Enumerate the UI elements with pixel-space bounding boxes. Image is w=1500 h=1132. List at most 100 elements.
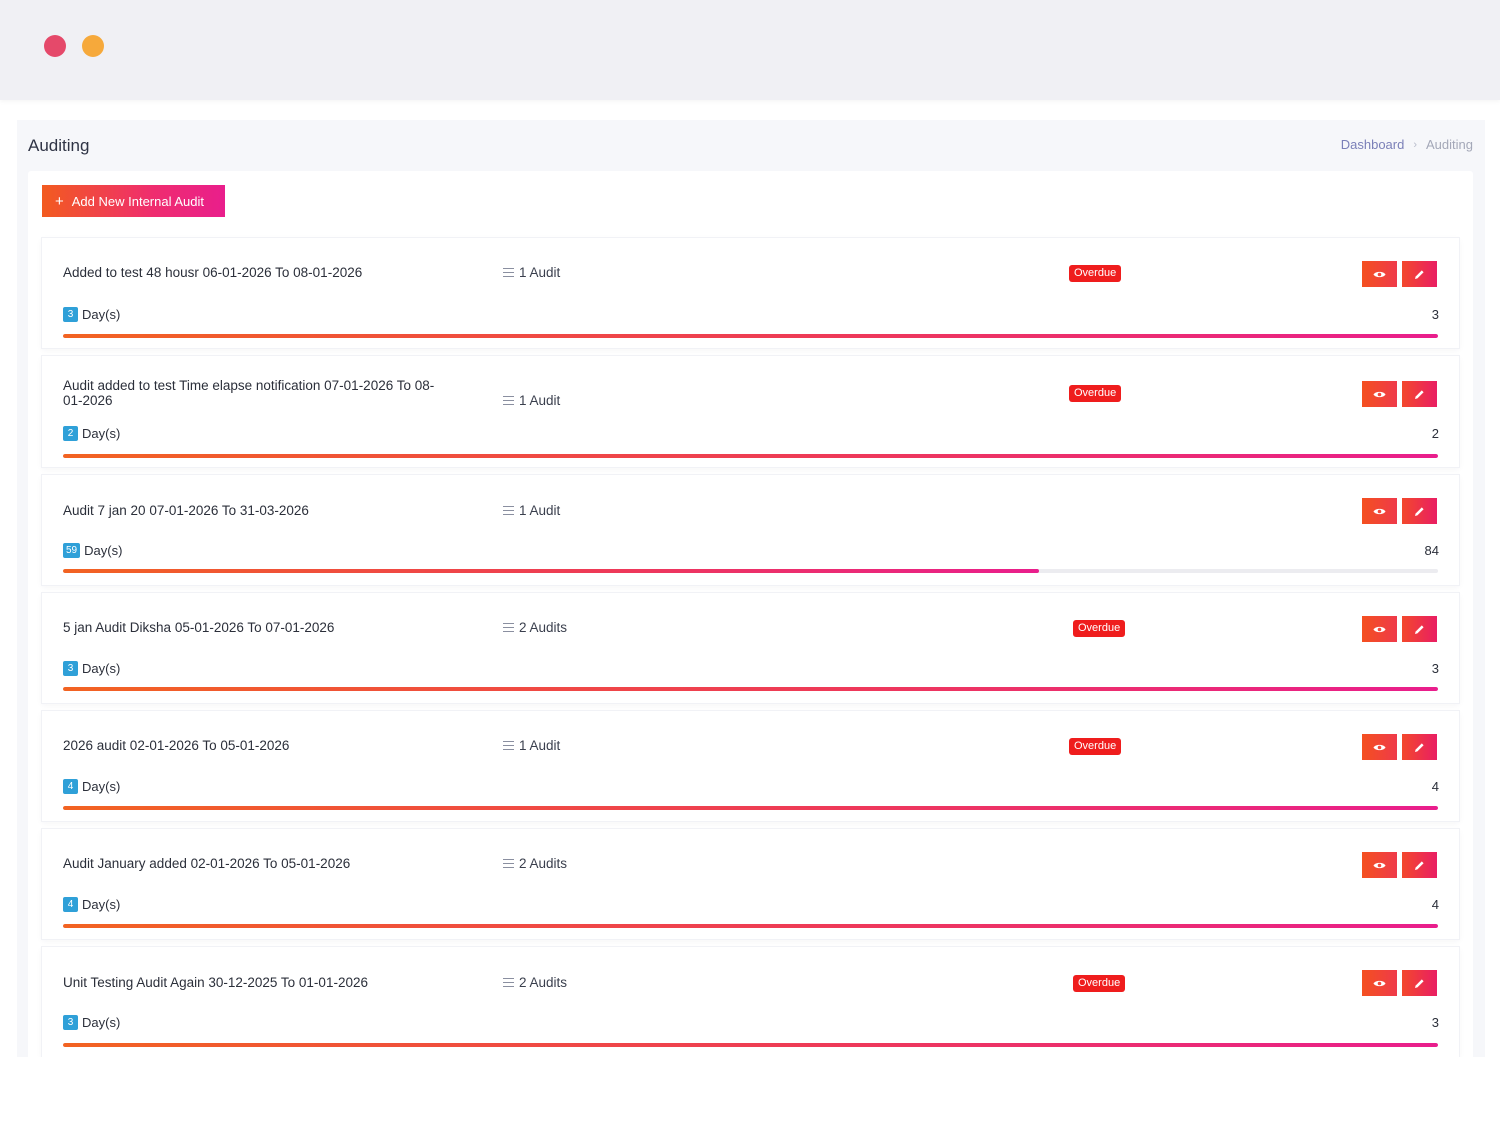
list-icon xyxy=(503,741,514,750)
progress-track xyxy=(63,687,1438,691)
eye-icon xyxy=(1373,744,1386,750)
days-label: Day(s) xyxy=(82,897,121,912)
eye-icon xyxy=(1373,271,1386,277)
days-count-badge: 3 xyxy=(63,661,78,676)
pencil-icon xyxy=(1415,978,1424,988)
days-count-badge: 4 xyxy=(63,779,78,794)
view-audit-button[interactable] xyxy=(1362,616,1397,642)
days-label: Day(s) xyxy=(84,543,123,558)
close-window-button[interactable] xyxy=(44,35,66,57)
progress-fill xyxy=(63,1043,1438,1047)
add-button-label: Add New Internal Audit xyxy=(71,193,205,209)
audit-count: 1 Audit xyxy=(503,738,560,753)
audit-count-text: 1 Audit xyxy=(519,265,561,280)
audit-count-text: 2 Audits xyxy=(519,856,568,871)
list-icon xyxy=(503,623,514,632)
add-new-internal-audit-button[interactable]: + Add New Internal Audit xyxy=(42,185,225,217)
audit-list-item: Added to test 48 housr 06-01-2026 To 08-… xyxy=(42,238,1459,348)
list-icon xyxy=(503,978,514,987)
eye-icon xyxy=(1373,508,1386,514)
progress-fill xyxy=(63,924,1438,928)
days-label: Day(s) xyxy=(82,661,121,676)
page-title: Auditing xyxy=(28,136,90,155)
audit-actions xyxy=(1362,381,1437,407)
audit-count-text: 1 Audit xyxy=(519,503,561,518)
progress-fill xyxy=(63,454,1438,458)
list-icon xyxy=(503,506,514,515)
edit-audit-button[interactable] xyxy=(1402,498,1437,524)
edit-audit-button[interactable] xyxy=(1402,852,1437,878)
list-icon xyxy=(503,268,514,277)
days-count-badge: 4 xyxy=(63,897,78,912)
minimize-window-button[interactable] xyxy=(82,35,104,57)
audit-count-text: 2 Audits xyxy=(519,620,568,635)
view-audit-button[interactable] xyxy=(1362,261,1397,287)
days-count-badge: 2 xyxy=(63,426,78,441)
days-elapsed: 3 Day(s) xyxy=(63,307,120,322)
audit-title: Audit added to test Time elapse notifica… xyxy=(63,378,435,408)
days-elapsed: 59 Day(s) xyxy=(63,543,122,558)
audit-actions xyxy=(1362,852,1437,878)
plus-icon: + xyxy=(55,192,64,210)
audit-count-text: 2 Audits xyxy=(519,975,568,990)
edit-audit-button[interactable] xyxy=(1402,970,1437,996)
total-days: 3 xyxy=(1431,1015,1439,1030)
page-content: Auditing Dashboard › Auditing + Add New … xyxy=(17,120,1485,1057)
audit-list-item: Audit 7 jan 20 07-01-2026 To 31-03-2026 … xyxy=(42,475,1459,585)
pencil-icon xyxy=(1415,742,1424,752)
list-icon xyxy=(503,396,514,405)
pencil-icon xyxy=(1415,389,1424,399)
days-elapsed: 2 Day(s) xyxy=(63,426,120,441)
overdue-badge: Overdue xyxy=(1069,385,1122,402)
progress-track xyxy=(63,334,1438,338)
breadcrumb-current: Auditing xyxy=(1426,137,1473,152)
eye-icon xyxy=(1373,626,1386,632)
pencil-icon xyxy=(1415,506,1424,516)
audit-list-item: 5 jan Audit Diksha 05-01-2026 To 07-01-2… xyxy=(42,593,1459,703)
total-days: 4 xyxy=(1431,897,1439,912)
progress-fill xyxy=(63,334,1438,338)
progress-fill xyxy=(63,569,1040,573)
days-label: Day(s) xyxy=(82,426,121,441)
eye-icon xyxy=(1373,862,1386,868)
breadcrumb-separator: › xyxy=(1413,138,1418,151)
progress-fill xyxy=(63,687,1438,691)
audit-list-item: 2026 audit 02-01-2026 To 05-01-2026 1 Au… xyxy=(42,711,1459,821)
audit-actions xyxy=(1362,498,1437,524)
days-elapsed: 3 Day(s) xyxy=(63,1015,120,1030)
progress-track xyxy=(63,1043,1438,1047)
edit-audit-button[interactable] xyxy=(1402,381,1437,407)
audit-list-item: Audit added to test Time elapse notifica… xyxy=(42,356,1459,467)
audit-count-text: 1 Audit xyxy=(519,393,561,408)
breadcrumb: Dashboard › Auditing xyxy=(1341,137,1473,152)
days-elapsed: 3 Day(s) xyxy=(63,661,120,676)
progress-track xyxy=(63,569,1438,573)
audit-card: + Add New Internal Audit Added to test 4… xyxy=(28,171,1473,1057)
audit-title: Audit 7 jan 20 07-01-2026 To 31-03-2026 xyxy=(63,503,309,518)
view-audit-button[interactable] xyxy=(1362,734,1397,760)
edit-audit-button[interactable] xyxy=(1402,261,1437,287)
audit-actions xyxy=(1362,970,1437,996)
audit-list: Added to test 48 housr 06-01-2026 To 08-… xyxy=(42,238,1459,1057)
days-count-badge: 3 xyxy=(63,1015,78,1030)
audit-count: 2 Audits xyxy=(503,620,567,635)
days-label: Day(s) xyxy=(82,779,121,794)
progress-track xyxy=(63,454,1438,458)
window-titlebar xyxy=(0,0,1500,100)
days-count-badge: 59 xyxy=(63,543,81,558)
edit-audit-button[interactable] xyxy=(1402,734,1437,760)
total-days: 2 xyxy=(1431,426,1439,441)
breadcrumb-dashboard-link[interactable]: Dashboard xyxy=(1341,137,1405,152)
days-elapsed: 4 Day(s) xyxy=(63,897,120,912)
audit-actions xyxy=(1362,616,1437,642)
audit-count: 1 Audit xyxy=(503,265,560,280)
view-audit-button[interactable] xyxy=(1362,970,1397,996)
overdue-badge: Overdue xyxy=(1069,738,1122,755)
view-audit-button[interactable] xyxy=(1362,381,1397,407)
view-audit-button[interactable] xyxy=(1362,498,1397,524)
edit-audit-button[interactable] xyxy=(1402,616,1437,642)
view-audit-button[interactable] xyxy=(1362,852,1397,878)
audit-title: Added to test 48 housr 06-01-2026 To 08-… xyxy=(63,265,363,280)
progress-track xyxy=(63,924,1438,928)
pencil-icon xyxy=(1415,860,1424,870)
